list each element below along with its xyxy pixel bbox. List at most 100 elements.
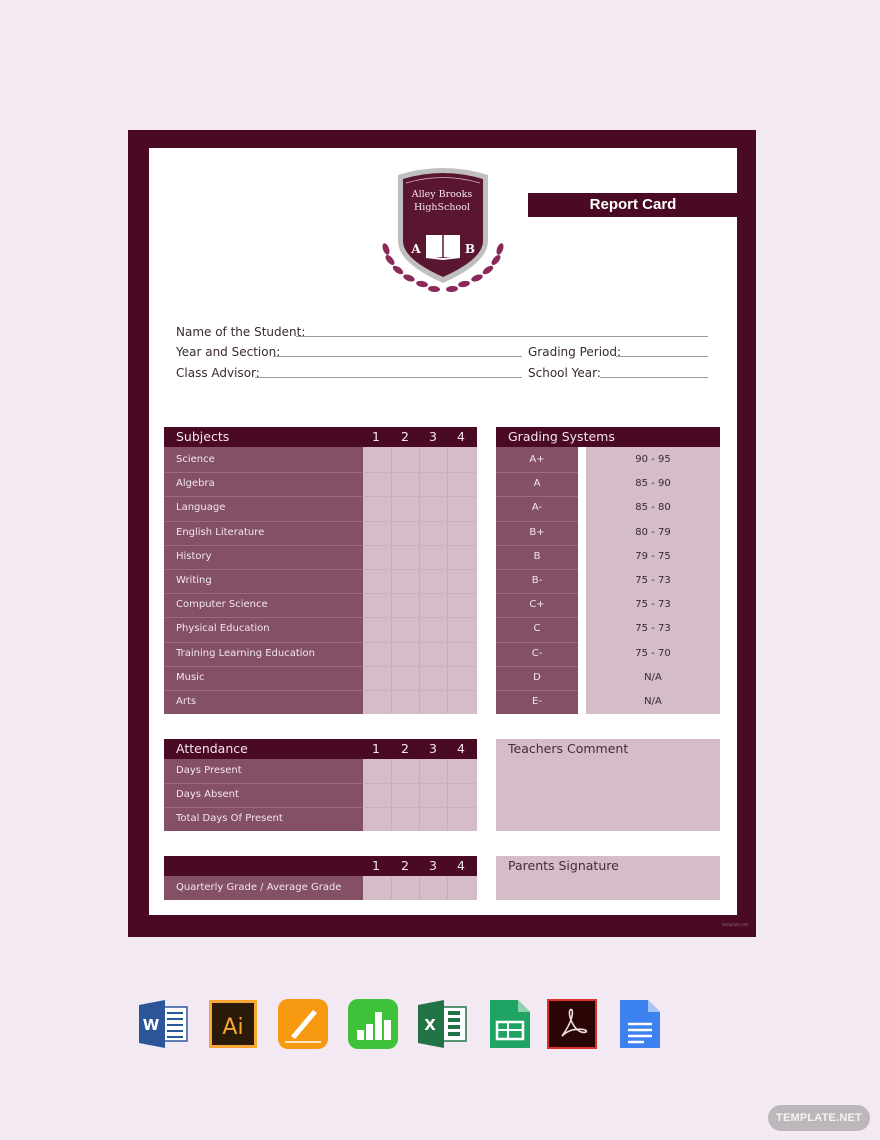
year-section-field[interactable] [273, 356, 522, 357]
table-row-label: Algebra [176, 478, 215, 490]
quarter-1-label: 1 [372, 429, 380, 444]
grading-period-field[interactable] [616, 356, 708, 357]
subjects-header-label: Subjects [176, 429, 230, 444]
grade-range: 85 - 80 [635, 502, 671, 514]
grade-letter: E- [532, 696, 542, 707]
row-divider [164, 544, 363, 546]
grade-range: 75 - 73 [635, 575, 671, 586]
grid-line [363, 807, 477, 808]
grid-line [363, 496, 477, 498]
row-divider [496, 665, 578, 667]
grade-letter: A- [531, 502, 543, 514]
attendance-cells[interactable] [363, 759, 477, 831]
teachers-comment-label: Teachers Comment [508, 741, 629, 756]
excel-icon[interactable]: X [416, 998, 468, 1050]
row-divider [496, 496, 578, 498]
row-divider [164, 807, 363, 808]
row-divider [164, 472, 363, 474]
row-divider [496, 593, 578, 595]
table-row-label: Training Learning Education [176, 647, 316, 659]
google-sheets-icon[interactable] [484, 998, 536, 1050]
acrobat-icon[interactable] [546, 998, 598, 1050]
open-book-icon [425, 235, 461, 261]
row-divider [164, 520, 363, 522]
grid-line [447, 876, 448, 900]
grade-range: 80 - 79 [635, 526, 671, 538]
average-table-header: 1 2 3 4 [164, 856, 477, 876]
grading-systems-header: Grading Systems [496, 427, 720, 447]
report-card-title: Report Card [528, 193, 738, 217]
grid-line [363, 593, 477, 595]
grid-line [363, 617, 477, 619]
grid-line [419, 448, 420, 715]
table-row-label: Days Absent [176, 789, 239, 800]
quarter-4-label: 4 [457, 858, 465, 873]
grade-range: 75 - 73 [635, 623, 671, 635]
svg-text:W: W [143, 1016, 160, 1034]
grade-range: 85 - 90 [635, 478, 671, 490]
svg-text:Ai: Ai [222, 1015, 243, 1040]
quarter-2-label: 2 [401, 429, 409, 444]
row-divider [496, 569, 578, 570]
year-section-label: Year and Section: [176, 345, 281, 359]
quarter-2-label: 2 [401, 858, 409, 873]
quarter-3-label: 3 [429, 741, 437, 756]
row-divider [164, 690, 363, 691]
grid-line [419, 759, 420, 831]
grid-line [363, 569, 477, 570]
average-row-label: Quarterly Grade / Average Grade [176, 882, 342, 893]
numbers-icon[interactable] [347, 998, 399, 1050]
attendance-header-label: Attendance [176, 741, 248, 756]
quarter-1-label: 1 [372, 858, 380, 873]
grade-letter: C+ [529, 599, 545, 611]
quarter-3-label: 3 [429, 858, 437, 873]
row-divider [164, 783, 363, 784]
quarter-4-label: 4 [457, 429, 465, 444]
svg-text:X: X [424, 1016, 436, 1034]
grade-letter: C [533, 623, 541, 635]
grade-letter: C- [531, 647, 543, 659]
grid-line [447, 448, 448, 715]
footer-credit: template.net [722, 922, 748, 927]
grade-range: 79 - 75 [635, 550, 671, 562]
grid-line [363, 641, 477, 643]
table-row-label: Total Days Of Present [176, 813, 283, 824]
grade-letter: A [533, 478, 541, 490]
table-row-label: Computer Science [176, 599, 268, 611]
grade-range: N/A [644, 671, 662, 683]
row-divider [496, 472, 578, 474]
pages-icon[interactable] [277, 998, 329, 1050]
grade-letter: B+ [529, 526, 545, 538]
parents-signature-box[interactable]: Parents Signature [496, 856, 720, 900]
average-cells[interactable] [363, 876, 477, 900]
grade-letter: D [533, 671, 541, 683]
school-crest-logo: A B [382, 168, 504, 293]
table-row-label: Days Present [176, 765, 242, 776]
grade-range: 75 - 70 [635, 647, 671, 659]
table-row-label: Language [176, 502, 226, 514]
template-net-watermark[interactable]: TEMPLATE.NET [768, 1105, 870, 1131]
grid-line [363, 472, 477, 474]
illustrator-icon[interactable]: Ai [208, 998, 260, 1050]
grid-line [363, 520, 477, 522]
table-row-label: English Literature [176, 526, 265, 538]
grade-letter: A+ [529, 454, 545, 465]
subjects-table-header: Subjects 1 2 3 4 [164, 427, 477, 447]
attendance-table-header: Attendance 1 2 3 4 [164, 739, 477, 759]
table-row-label: History [176, 550, 212, 562]
google-docs-icon[interactable] [614, 998, 666, 1050]
grade-letter: B- [531, 575, 543, 586]
grid-line [391, 448, 392, 715]
class-advisor-label: Class Advisor: [176, 366, 260, 380]
student-name-field[interactable] [296, 336, 708, 337]
class-advisor-field[interactable] [255, 377, 522, 378]
quarter-2-label: 2 [401, 741, 409, 756]
word-icon[interactable]: W [137, 998, 189, 1050]
table-row-label: Music [176, 671, 205, 683]
school-year-field[interactable] [600, 377, 708, 378]
teachers-comment-box[interactable]: Teachers Comment [496, 739, 720, 831]
school-name-line2: HighSchool [414, 202, 470, 213]
school-year-label: School Year: [528, 366, 601, 380]
table-row-label: Physical Education [176, 623, 270, 635]
subjects-grade-cells[interactable] [363, 447, 477, 714]
